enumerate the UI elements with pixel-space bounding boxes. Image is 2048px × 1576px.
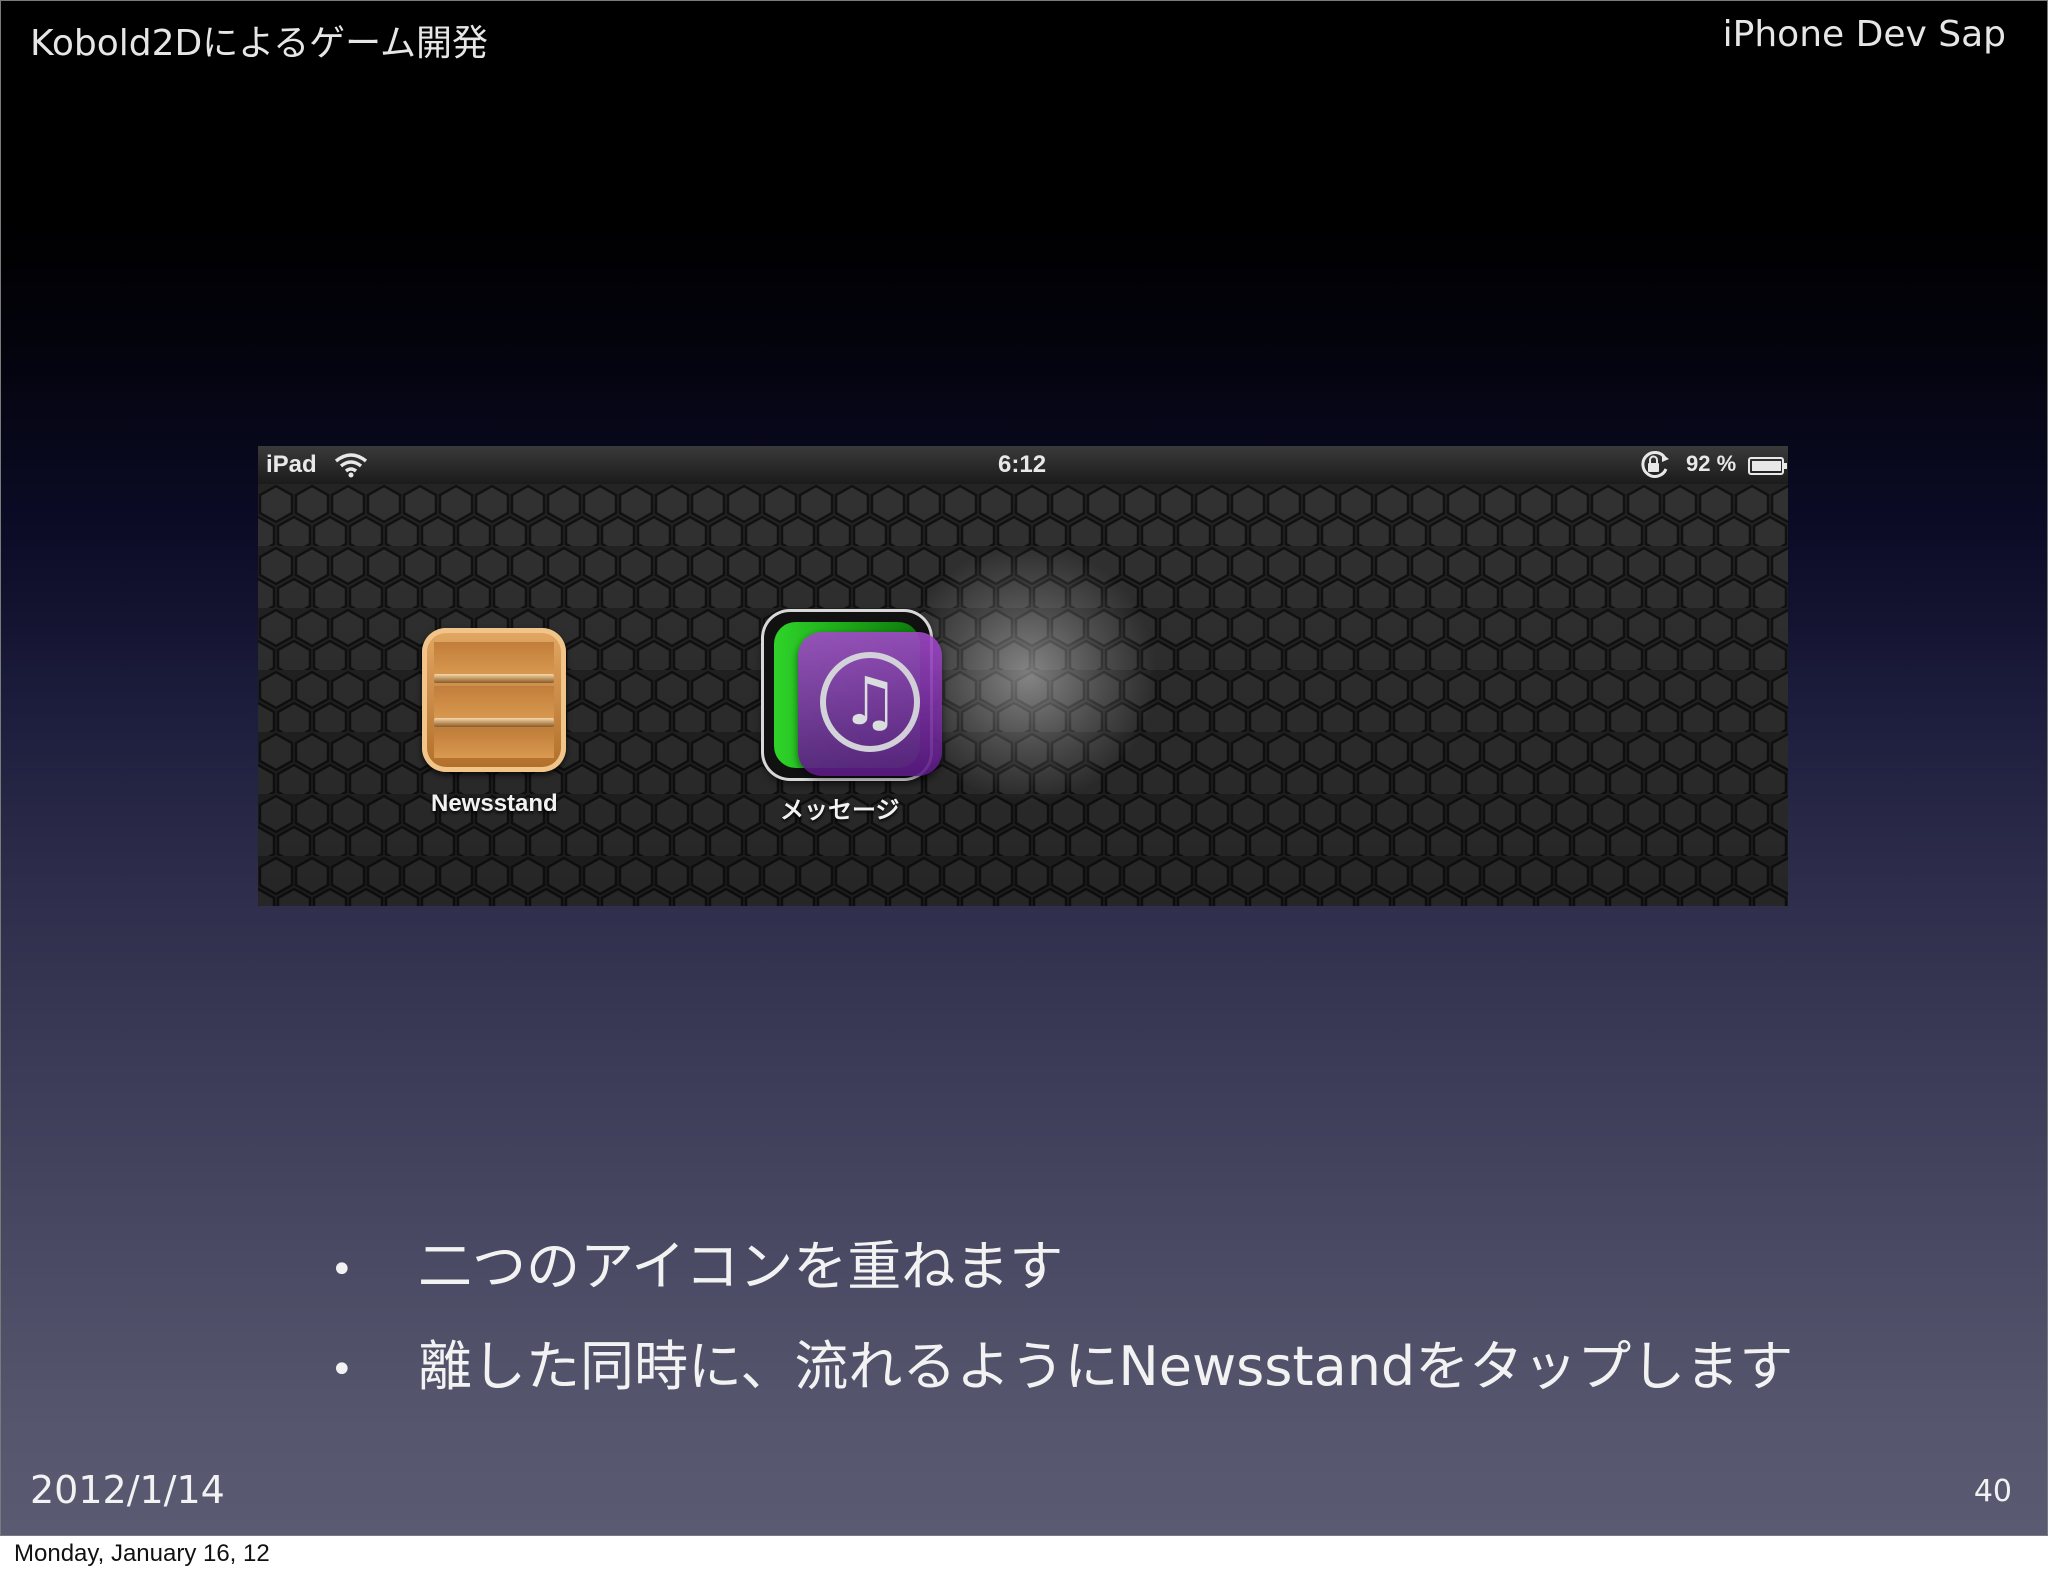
ipad-screenshot: iPad 6:12 92 % Newsstand ♫ メッセージ [258, 446, 1788, 906]
home-screen: Newsstand ♫ メッセージ [258, 484, 1788, 906]
newsstand-label: Newsstand [431, 790, 558, 817]
bullet-dot-icon: • [330, 1347, 354, 1394]
header-title: Kobold2Dによるゲーム開発 [30, 23, 489, 64]
header-event-name: iPhone Dev Sap [1722, 14, 2006, 55]
print-date-caption: Monday, January 16, 12 [14, 1540, 270, 1567]
slide: Kobold2Dによるゲーム開発 iPhone Dev Sap iPad 6:1… [0, 0, 2048, 1536]
bullet-item: • 離した同時に、流れるようにNewsstandをタップします [330, 1322, 1793, 1401]
messages-label: メッセージ [780, 797, 900, 824]
status-time: 6:12 [998, 451, 1047, 478]
bullet-item: • 二つのアイコンを重ねます [330, 1222, 1063, 1301]
itunes-music-note-icon[interactable]: ♫ [798, 632, 942, 776]
status-bar: iPad 6:12 92 % [258, 446, 1788, 484]
rotation-lock-icon [1638, 450, 1672, 487]
newsstand-shelf-icon[interactable] [422, 628, 566, 772]
bullet-text: 離した同時に、流れるようにNewsstandをタップします [418, 1335, 1794, 1398]
bullet-dot-icon: • [330, 1247, 354, 1294]
footer-date: 2012/1/14 [30, 1468, 225, 1512]
battery-percent: 92 % [1686, 451, 1737, 476]
battery-icon [1748, 455, 1788, 483]
page-number: 40 [1973, 1474, 2012, 1509]
device-name: iPad [266, 451, 317, 478]
bullet-text: 二つのアイコンを重ねます [418, 1235, 1064, 1298]
wifi-icon [334, 452, 368, 485]
